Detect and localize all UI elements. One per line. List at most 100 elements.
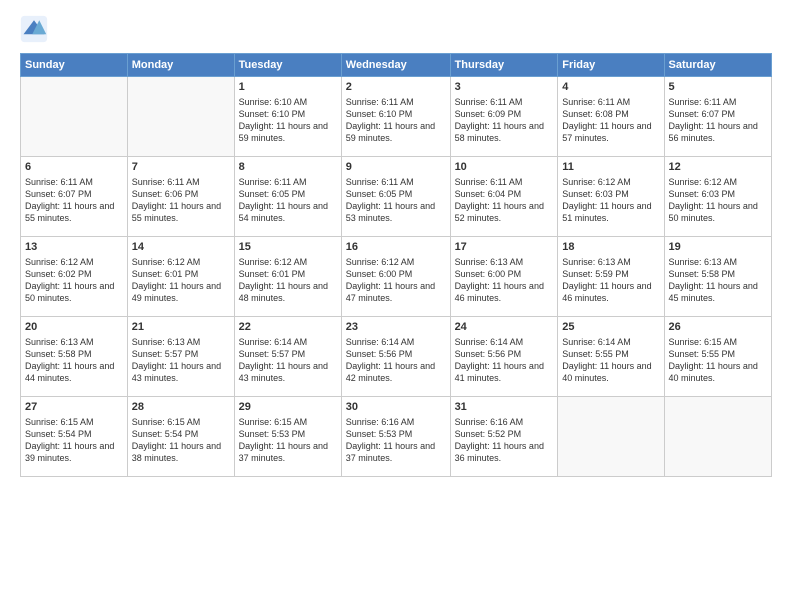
cell-info: Sunrise: 6:11 AM — [455, 96, 554, 108]
cell-info: Daylight: 11 hours and 45 minutes. — [669, 280, 767, 304]
day-number: 7 — [132, 160, 230, 175]
calendar-header-monday: Monday — [127, 54, 234, 77]
calendar-cell: 8Sunrise: 6:11 AMSunset: 6:05 PMDaylight… — [234, 157, 341, 237]
cell-info: Sunrise: 6:15 AM — [132, 416, 230, 428]
day-number: 1 — [239, 80, 337, 95]
calendar-cell: 16Sunrise: 6:12 AMSunset: 6:00 PMDayligh… — [341, 237, 450, 317]
logo — [20, 15, 52, 43]
cell-info: Daylight: 11 hours and 55 minutes. — [132, 200, 230, 224]
cell-info: Sunset: 6:04 PM — [455, 188, 554, 200]
cell-info: Sunset: 6:10 PM — [239, 108, 337, 120]
cell-info: Sunset: 5:56 PM — [455, 348, 554, 360]
day-number: 3 — [455, 80, 554, 95]
cell-info: Daylight: 11 hours and 40 minutes. — [562, 360, 659, 384]
cell-info: Sunset: 5:52 PM — [455, 428, 554, 440]
calendar: SundayMondayTuesdayWednesdayThursdayFrid… — [20, 53, 772, 477]
cell-info: Sunset: 5:54 PM — [25, 428, 123, 440]
cell-info: Sunrise: 6:14 AM — [562, 336, 659, 348]
cell-info: Daylight: 11 hours and 46 minutes. — [562, 280, 659, 304]
cell-info: Sunrise: 6:12 AM — [132, 256, 230, 268]
cell-info: Sunset: 6:05 PM — [346, 188, 446, 200]
cell-info: Sunrise: 6:14 AM — [455, 336, 554, 348]
calendar-cell: 29Sunrise: 6:15 AMSunset: 5:53 PMDayligh… — [234, 397, 341, 477]
cell-info: Sunrise: 6:16 AM — [346, 416, 446, 428]
cell-info: Sunset: 6:08 PM — [562, 108, 659, 120]
cell-info: Daylight: 11 hours and 56 minutes. — [669, 120, 767, 144]
cell-info: Daylight: 11 hours and 55 minutes. — [25, 200, 123, 224]
calendar-cell — [664, 397, 771, 477]
day-number: 28 — [132, 400, 230, 415]
cell-info: Daylight: 11 hours and 37 minutes. — [346, 440, 446, 464]
calendar-header-wednesday: Wednesday — [341, 54, 450, 77]
day-number: 24 — [455, 320, 554, 335]
calendar-cell: 19Sunrise: 6:13 AMSunset: 5:58 PMDayligh… — [664, 237, 771, 317]
cell-info: Daylight: 11 hours and 47 minutes. — [346, 280, 446, 304]
calendar-header-thursday: Thursday — [450, 54, 558, 77]
cell-info: Sunset: 6:01 PM — [132, 268, 230, 280]
logo-icon — [20, 15, 48, 43]
cell-info: Sunrise: 6:13 AM — [132, 336, 230, 348]
cell-info: Sunset: 6:02 PM — [25, 268, 123, 280]
cell-info: Sunrise: 6:13 AM — [455, 256, 554, 268]
calendar-week-4: 20Sunrise: 6:13 AMSunset: 5:58 PMDayligh… — [21, 317, 772, 397]
cell-info: Sunset: 5:57 PM — [132, 348, 230, 360]
cell-info: Sunset: 5:56 PM — [346, 348, 446, 360]
calendar-cell — [127, 77, 234, 157]
calendar-cell: 25Sunrise: 6:14 AMSunset: 5:55 PMDayligh… — [558, 317, 664, 397]
cell-info: Sunrise: 6:12 AM — [669, 176, 767, 188]
cell-info: Daylight: 11 hours and 43 minutes. — [132, 360, 230, 384]
cell-info: Daylight: 11 hours and 36 minutes. — [455, 440, 554, 464]
cell-info: Sunset: 6:07 PM — [25, 188, 123, 200]
calendar-cell: 7Sunrise: 6:11 AMSunset: 6:06 PMDaylight… — [127, 157, 234, 237]
day-number: 2 — [346, 80, 446, 95]
cell-info: Sunrise: 6:12 AM — [562, 176, 659, 188]
day-number: 5 — [669, 80, 767, 95]
day-number: 23 — [346, 320, 446, 335]
calendar-cell — [558, 397, 664, 477]
cell-info: Sunrise: 6:13 AM — [669, 256, 767, 268]
calendar-cell: 6Sunrise: 6:11 AMSunset: 6:07 PMDaylight… — [21, 157, 128, 237]
calendar-cell: 10Sunrise: 6:11 AMSunset: 6:04 PMDayligh… — [450, 157, 558, 237]
day-number: 4 — [562, 80, 659, 95]
day-number: 15 — [239, 240, 337, 255]
calendar-cell: 23Sunrise: 6:14 AMSunset: 5:56 PMDayligh… — [341, 317, 450, 397]
calendar-cell: 9Sunrise: 6:11 AMSunset: 6:05 PMDaylight… — [341, 157, 450, 237]
cell-info: Sunset: 5:58 PM — [669, 268, 767, 280]
day-number: 26 — [669, 320, 767, 335]
cell-info: Daylight: 11 hours and 51 minutes. — [562, 200, 659, 224]
calendar-cell: 31Sunrise: 6:16 AMSunset: 5:52 PMDayligh… — [450, 397, 558, 477]
calendar-cell: 5Sunrise: 6:11 AMSunset: 6:07 PMDaylight… — [664, 77, 771, 157]
cell-info: Daylight: 11 hours and 59 minutes. — [346, 120, 446, 144]
cell-info: Sunrise: 6:12 AM — [25, 256, 123, 268]
calendar-cell: 20Sunrise: 6:13 AMSunset: 5:58 PMDayligh… — [21, 317, 128, 397]
cell-info: Daylight: 11 hours and 58 minutes. — [455, 120, 554, 144]
cell-info: Daylight: 11 hours and 48 minutes. — [239, 280, 337, 304]
day-number: 9 — [346, 160, 446, 175]
cell-info: Sunset: 5:53 PM — [346, 428, 446, 440]
header — [20, 15, 772, 43]
calendar-cell: 21Sunrise: 6:13 AMSunset: 5:57 PMDayligh… — [127, 317, 234, 397]
cell-info: Daylight: 11 hours and 52 minutes. — [455, 200, 554, 224]
cell-info: Sunset: 6:00 PM — [346, 268, 446, 280]
cell-info: Sunset: 6:06 PM — [132, 188, 230, 200]
calendar-header-sunday: Sunday — [21, 54, 128, 77]
day-number: 8 — [239, 160, 337, 175]
cell-info: Sunset: 6:09 PM — [455, 108, 554, 120]
calendar-cell: 1Sunrise: 6:10 AMSunset: 6:10 PMDaylight… — [234, 77, 341, 157]
cell-info: Sunrise: 6:14 AM — [239, 336, 337, 348]
calendar-cell: 27Sunrise: 6:15 AMSunset: 5:54 PMDayligh… — [21, 397, 128, 477]
cell-info: Sunset: 6:03 PM — [562, 188, 659, 200]
day-number: 10 — [455, 160, 554, 175]
day-number: 29 — [239, 400, 337, 415]
cell-info: Daylight: 11 hours and 37 minutes. — [239, 440, 337, 464]
cell-info: Sunrise: 6:11 AM — [132, 176, 230, 188]
cell-info: Daylight: 11 hours and 38 minutes. — [132, 440, 230, 464]
cell-info: Sunset: 5:59 PM — [562, 268, 659, 280]
cell-info: Daylight: 11 hours and 44 minutes. — [25, 360, 123, 384]
day-number: 22 — [239, 320, 337, 335]
cell-info: Daylight: 11 hours and 53 minutes. — [346, 200, 446, 224]
calendar-cell: 30Sunrise: 6:16 AMSunset: 5:53 PMDayligh… — [341, 397, 450, 477]
day-number: 16 — [346, 240, 446, 255]
calendar-week-1: 1Sunrise: 6:10 AMSunset: 6:10 PMDaylight… — [21, 77, 772, 157]
day-number: 25 — [562, 320, 659, 335]
